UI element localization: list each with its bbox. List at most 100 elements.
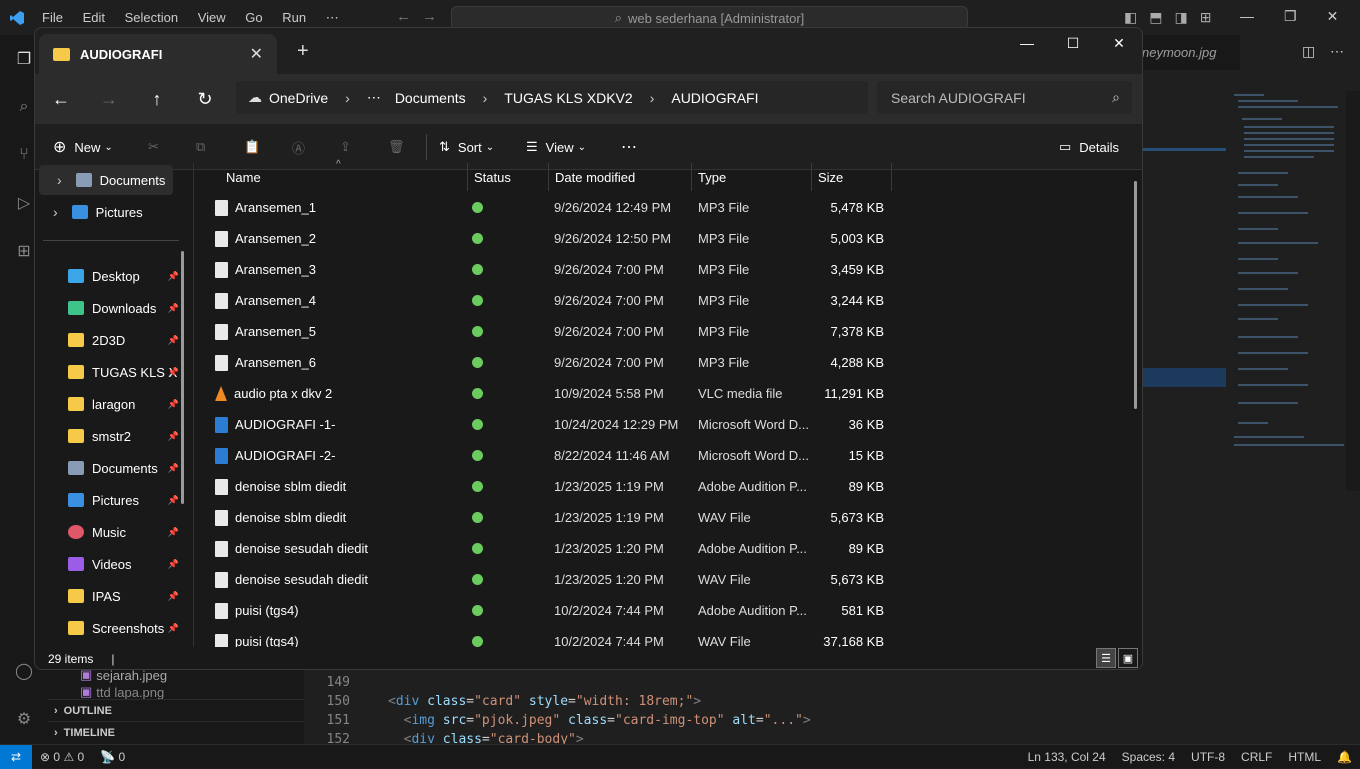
nav-item[interactable]: laragon 📌 <box>35 389 183 419</box>
folder-icon <box>68 365 84 379</box>
column-date-label: Date modified <box>555 169 636 185</box>
file-row[interactable]: AUDIOGRAFI -1- 10/24/2024 12:29 PM Microso… <box>194 409 924 440</box>
nav-item[interactable]: 2D3D 📌 <box>35 325 183 355</box>
menu-selection[interactable]: Selection <box>125 10 178 25</box>
close-icon[interactable]: ✕ <box>1327 8 1339 25</box>
ports-status[interactable]: 📡 0 <box>100 750 125 764</box>
nav-item[interactable]: IPAS 📌 <box>35 581 183 611</box>
nav-item[interactable]: TUGAS KLS X 📌 <box>35 357 183 387</box>
tiles-view-icon[interactable]: ▣ <box>1118 648 1138 668</box>
toggle-sidebar-icon[interactable]: ◧ <box>1124 9 1137 26</box>
toggle-panel-icon[interactable]: ⬒ <box>1149 9 1162 26</box>
file-row[interactable]: puisi (tgs4) 10/2/2024 7:44 PM WAV File 37,… <box>194 626 924 647</box>
chevron-right-icon[interactable]: › <box>53 204 58 220</box>
cursor-position[interactable]: Ln 133, Col 24 <box>1028 750 1106 764</box>
timeline-section[interactable]: › TIMELINE <box>48 721 304 743</box>
file-row[interactable]: Aransemen_2 9/26/2024 12:50 PM MP3 File 5,0… <box>194 223 924 254</box>
explorer-tab[interactable]: AUDIOGRAFI ✕ <box>39 34 277 74</box>
customize-layout-icon[interactable]: ⊞ <box>1200 9 1212 26</box>
nav-item[interactable]: Videos 📌 <box>35 549 183 579</box>
file-type: MP3 File <box>698 324 750 339</box>
nav-item[interactable]: › Documents <box>39 165 173 195</box>
file-row[interactable]: audio pta x dkv 2 10/9/2024 5:58 PM VLC me… <box>194 378 924 409</box>
address-bar[interactable]: ☁ OneDrive › ⋯ › Documents › TUGAS KLS X… <box>236 81 868 114</box>
maximize-icon[interactable]: ☐ <box>1050 28 1096 58</box>
chevron-right-icon[interactable]: › <box>57 172 62 188</box>
file-row[interactable]: denoise sesudah diedit 1/23/2025 1:20 PM W… <box>194 564 924 595</box>
minimize-icon[interactable]: — <box>1004 28 1050 58</box>
menu-edit[interactable]: Edit <box>83 10 105 25</box>
file-row[interactable]: denoise sesudah diedit 1/23/2025 1:20 PM A… <box>194 533 924 564</box>
sync-check-icon <box>472 512 483 523</box>
sidebar-file[interactable]: ▣ ttd lapa.png <box>48 685 304 699</box>
breadcrumb-onedrive[interactable]: OneDrive <box>269 90 328 106</box>
file-row[interactable]: Aransemen_6 9/26/2024 7:00 PM MP3 File 4,28… <box>194 347 924 378</box>
menu-go[interactable]: Go <box>245 10 262 25</box>
file-row[interactable]: Aransemen_5 9/26/2024 7:00 PM MP3 File 7,37… <box>194 316 924 347</box>
column-type[interactable]: Type <box>692 163 812 191</box>
nav-forward-icon[interactable]: → <box>422 8 437 25</box>
nav-scrollbar[interactable] <box>181 251 184 504</box>
new-tab-icon[interactable]: + <box>297 40 309 63</box>
details-view-icon[interactable]: ☰ <box>1096 648 1116 668</box>
menu-file[interactable]: File <box>42 10 63 25</box>
nav-item[interactable]: Screenshots 📌 <box>35 613 183 643</box>
file-row[interactable]: denoise sblm diedit 1/23/2025 1:19 PM Adob… <box>194 471 924 502</box>
line-number: 150 <box>326 694 350 709</box>
breadcrumb-overflow[interactable]: ⋯ <box>367 89 381 106</box>
column-size[interactable]: Size <box>812 163 892 191</box>
outline-section[interactable]: › OUTLINE <box>48 699 304 721</box>
list-scrollbar[interactable] <box>1134 181 1137 409</box>
menu-run[interactable]: Run <box>282 10 306 25</box>
encoding[interactable]: UTF-8 <box>1191 750 1225 764</box>
breadcrumb-audiografi[interactable]: AUDIOGRAFI <box>671 90 758 106</box>
menu-view[interactable]: View <box>198 10 226 25</box>
minimize-icon[interactable]: — <box>1240 8 1254 25</box>
back-arrow-icon[interactable]: ← <box>44 82 78 116</box>
file-date: 9/26/2024 12:49 PM <box>554 200 672 215</box>
close-tab-icon[interactable]: ✕ <box>250 44 263 64</box>
file-row[interactable]: denoise sblm diedit 1/23/2025 1:19 PM WAV … <box>194 502 924 533</box>
pin-icon: 📌 <box>167 462 179 473</box>
file-row[interactable]: Aransemen_4 9/26/2024 7:00 PM MP3 File 3,24… <box>194 285 924 316</box>
nav-item[interactable]: Music 📌 <box>35 517 183 547</box>
indentation[interactable]: Spaces: 4 <box>1122 750 1175 764</box>
notifications-bell-icon[interactable]: 🔔 <box>1337 750 1352 764</box>
settings-gear-icon[interactable]: ⚙ <box>0 695 48 743</box>
editor-tab[interactable]: neymoon.jpg <box>1142 35 1240 70</box>
breadcrumb-documents[interactable]: Documents <box>395 90 466 106</box>
split-editor-icon[interactable]: ◫ <box>1302 43 1315 60</box>
code-editor[interactable]: 149 150 151 152 <div class="card" style=… <box>304 665 1360 747</box>
nav-item[interactable]: smstr2 📌 <box>35 421 183 451</box>
nav-item[interactable]: Downloads 📌 <box>35 293 183 323</box>
end-of-line[interactable]: CRLF <box>1241 750 1272 764</box>
file-row[interactable]: puisi (tgs4) 10/2/2024 7:44 PM Adobe Audit… <box>194 595 924 626</box>
column-date-modified[interactable]: Date modified <box>549 163 692 191</box>
minimap[interactable] <box>1228 92 1346 462</box>
restore-icon[interactable]: ❐ <box>1284 8 1297 25</box>
refresh-icon[interactable]: ↻ <box>188 82 222 116</box>
nav-item[interactable]: › Pictures <box>35 197 183 227</box>
file-row[interactable]: Aransemen_3 9/26/2024 7:00 PM MP3 File 3,45… <box>194 254 924 285</box>
nav-item[interactable]: Pictures 📌 <box>35 485 183 515</box>
file-row[interactable]: Aransemen_1 9/26/2024 12:49 PM MP3 File 5,4… <box>194 192 924 223</box>
column-status[interactable]: Status <box>468 163 549 191</box>
menu-more[interactable]: ⋯ <box>326 10 339 25</box>
forward-arrow-icon[interactable]: → <box>92 82 126 116</box>
nav-item[interactable]: Documents 📌 <box>35 453 183 483</box>
language-mode[interactable]: HTML <box>1288 750 1321 764</box>
search-box[interactable]: Search AUDIOGRAFI ⌕ <box>877 81 1132 114</box>
breadcrumb-tugas[interactable]: TUGAS KLS XDKV2 <box>504 90 632 106</box>
nav-item-label: Pictures <box>95 204 143 220</box>
remote-icon[interactable]: ⇄ <box>0 744 32 769</box>
close-icon[interactable]: ✕ <box>1096 28 1142 58</box>
file-row[interactable]: AUDIOGRAFI -2- 8/22/2024 11:46 AM Microsof… <box>194 440 924 471</box>
nav-item[interactable]: Desktop 📌 <box>35 261 183 291</box>
errors-status[interactable]: ⊗ 0 ⚠ 0 <box>40 750 84 764</box>
up-arrow-icon[interactable]: ↑ <box>140 82 174 116</box>
file-date: 1/23/2025 1:19 PM <box>554 510 664 525</box>
toggle-secondary-sidebar-icon[interactable]: ◨ <box>1174 9 1187 26</box>
column-name[interactable]: Name ^ <box>220 159 468 191</box>
more-actions-icon[interactable]: ⋯ <box>1330 43 1344 60</box>
nav-back-icon[interactable]: ← <box>396 8 411 25</box>
